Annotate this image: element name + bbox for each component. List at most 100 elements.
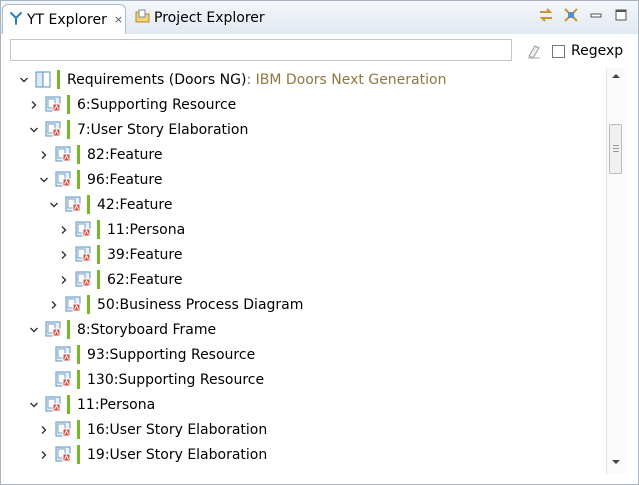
eraser-icon[interactable] bbox=[525, 42, 543, 60]
tree-item[interactable]: 39:Feature bbox=[57, 242, 182, 267]
tree-item[interactable]: 82:Feature bbox=[37, 142, 162, 167]
tree-item-label: 39:Feature bbox=[107, 246, 183, 263]
status-bar-marker bbox=[67, 395, 70, 414]
grip-line bbox=[613, 151, 619, 152]
expand-chevron-down-icon[interactable] bbox=[27, 323, 41, 337]
minimize-icon[interactable] bbox=[587, 6, 605, 24]
tree-item-label: 16:User Story Elaboration bbox=[87, 421, 268, 438]
artifact-icon bbox=[55, 146, 72, 163]
artifact-icon bbox=[45, 96, 62, 113]
tree-item-label: 62:Feature bbox=[107, 271, 183, 288]
project-explorer-icon bbox=[135, 9, 150, 27]
artifact-icon bbox=[55, 371, 72, 388]
filter-input[interactable] bbox=[10, 39, 512, 61]
tree-item[interactable]: 8:Storyboard Frame bbox=[27, 317, 216, 342]
expand-chevron-down-icon[interactable] bbox=[27, 398, 41, 412]
status-bar-marker bbox=[67, 95, 70, 114]
tree-item-label: 50:Business Process Diagram bbox=[97, 296, 304, 313]
requirements-tree: Requirements (Doors NG) : IBM Doors Next… bbox=[1, 68, 606, 484]
tree-item[interactable]: 62:Feature bbox=[57, 267, 182, 292]
regexp-label: Regexp bbox=[571, 43, 624, 59]
expand-chevron-down-icon[interactable] bbox=[27, 123, 41, 137]
grip-line bbox=[613, 148, 619, 149]
status-bar-marker bbox=[77, 170, 80, 189]
expand-chevron-right-icon[interactable] bbox=[57, 248, 71, 262]
expand-chevron-right-icon[interactable] bbox=[57, 273, 71, 287]
artifact-icon bbox=[65, 196, 82, 213]
status-bar-marker bbox=[67, 120, 70, 139]
tree-item[interactable]: 42:Feature bbox=[47, 192, 172, 217]
tab-project-explorer[interactable]: Project Explorer bbox=[129, 4, 269, 32]
tree-item-label: 7:User Story Elaboration bbox=[77, 121, 249, 138]
status-bar-marker bbox=[77, 145, 80, 164]
status-bar-marker bbox=[87, 295, 90, 314]
regexp-option[interactable]: Regexp bbox=[552, 43, 623, 59]
artifact-icon bbox=[75, 246, 92, 263]
tree-item-label: 11:Persona bbox=[77, 396, 156, 413]
status-bar-marker bbox=[77, 370, 80, 389]
expand-chevron-right-icon[interactable] bbox=[57, 223, 71, 237]
vertical-scrollbar[interactable] bbox=[606, 68, 625, 474]
filter-row: Regexp bbox=[1, 34, 638, 68]
tree-item-label: 130:Supporting Resource bbox=[87, 371, 265, 388]
status-bar-marker bbox=[97, 245, 100, 264]
artifact-icon bbox=[75, 271, 92, 288]
tree-item-label: 93:Supporting Resource bbox=[87, 346, 256, 363]
tree-item-label: 82:Feature bbox=[87, 146, 163, 163]
tree-item[interactable]: 93:Supporting Resource bbox=[37, 342, 255, 367]
artifact-icon bbox=[45, 121, 62, 138]
expand-chevron-right-icon[interactable] bbox=[37, 448, 51, 462]
expand-chevron-right-icon[interactable] bbox=[27, 98, 41, 112]
tree-item[interactable]: 130:Supporting Resource bbox=[37, 367, 264, 392]
status-bar-marker bbox=[77, 445, 80, 464]
grip-line bbox=[613, 145, 619, 146]
tab-label: YT Explorer bbox=[27, 11, 107, 28]
tree-item[interactable]: 16:User Story Elaboration bbox=[37, 417, 267, 442]
artifact-icon bbox=[65, 296, 82, 313]
maximize-icon[interactable] bbox=[612, 6, 630, 24]
expand-chevron-down-icon[interactable] bbox=[17, 73, 31, 87]
view-tab-bar: YT Explorer × Project Explorer bbox=[1, 1, 638, 35]
status-bar-marker bbox=[67, 320, 70, 339]
link-with-editor-icon[interactable] bbox=[537, 6, 555, 24]
status-bar-marker bbox=[77, 345, 80, 364]
tree-item[interactable]: 6:Supporting Resource bbox=[27, 92, 236, 117]
tree-item[interactable]: 96:Feature bbox=[37, 167, 162, 192]
artifact-icon bbox=[55, 421, 72, 438]
repository-icon bbox=[35, 71, 52, 88]
status-bar-marker bbox=[87, 195, 90, 214]
scrollbar-thumb[interactable] bbox=[609, 124, 622, 174]
tree-item[interactable]: 19:User Story Elaboration bbox=[37, 442, 267, 467]
tree-item-label: 96:Feature bbox=[87, 171, 163, 188]
artifact-icon bbox=[75, 221, 92, 238]
scroll-up-arrow-icon[interactable] bbox=[607, 71, 625, 85]
close-tab-icon[interactable]: × bbox=[114, 13, 123, 26]
tab-yt-explorer[interactable]: YT Explorer × bbox=[2, 4, 126, 34]
regexp-checkbox[interactable] bbox=[552, 44, 565, 58]
tree-item[interactable]: 11:Persona bbox=[27, 392, 155, 417]
tree-item-label: 8:Storyboard Frame bbox=[77, 321, 217, 338]
tree-root-item[interactable]: Requirements (Doors NG) : IBM Doors Next… bbox=[17, 68, 446, 92]
expand-chevron-down-icon[interactable] bbox=[37, 173, 51, 187]
tree-item-label: 19:User Story Elaboration bbox=[87, 446, 268, 463]
artifact-icon bbox=[45, 321, 62, 338]
status-bar-marker bbox=[57, 70, 60, 89]
scroll-down-arrow-icon[interactable] bbox=[607, 457, 625, 471]
expand-chevron-right-icon[interactable] bbox=[37, 148, 51, 162]
expand-chevron-down-icon[interactable] bbox=[47, 198, 61, 212]
expand-chevron-right-icon[interactable] bbox=[47, 298, 61, 312]
tree-item[interactable]: 7:User Story Elaboration bbox=[27, 117, 248, 142]
artifact-icon bbox=[55, 171, 72, 188]
expand-chevron-right-icon[interactable] bbox=[37, 423, 51, 437]
tree-item-label: 11:Persona bbox=[107, 221, 186, 238]
tree-item-label: 42:Feature bbox=[97, 196, 173, 213]
view-toolbar bbox=[537, 6, 630, 24]
tab-label: Project Explorer bbox=[154, 10, 265, 26]
tree-item[interactable]: 50:Business Process Diagram bbox=[47, 292, 303, 317]
tree-item-label: Requirements (Doors NG) bbox=[67, 71, 247, 88]
tree-item-description: : IBM Doors Next Generation bbox=[246, 71, 447, 88]
collapse-all-icon[interactable] bbox=[562, 6, 580, 24]
tree-item[interactable]: 11:Persona bbox=[57, 217, 185, 242]
yt-explorer-icon bbox=[9, 11, 23, 29]
